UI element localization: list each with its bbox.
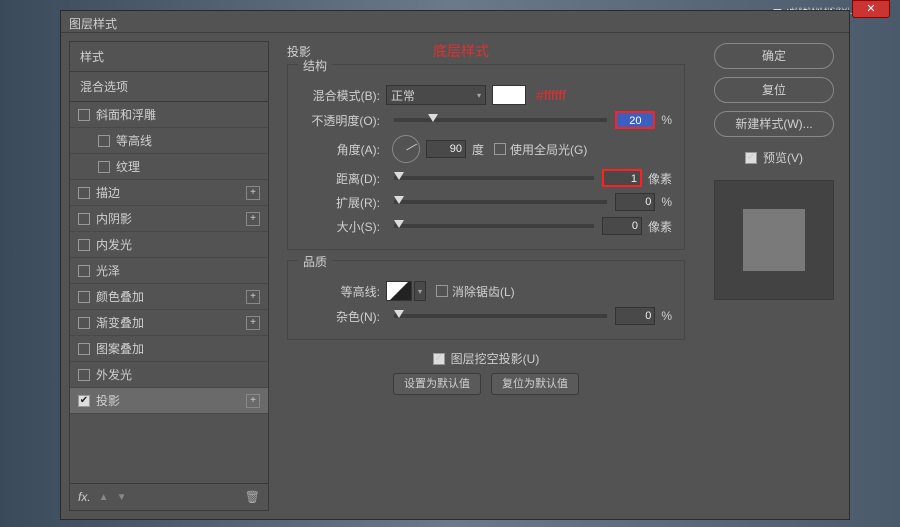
- down-icon[interactable]: ▼: [117, 492, 127, 503]
- list-footer: fx. ▲ ▼ 🗑: [70, 483, 268, 510]
- up-icon[interactable]: ▲: [99, 492, 109, 503]
- plus-icon[interactable]: +: [246, 212, 260, 226]
- blend-mode-label: 混合模式(B):: [300, 87, 386, 104]
- list-satin[interactable]: 光泽: [70, 258, 268, 284]
- checkbox-checked[interactable]: ✔: [78, 395, 90, 407]
- size-input[interactable]: 0: [602, 217, 642, 235]
- checkbox[interactable]: [78, 265, 90, 277]
- preview-box: [714, 180, 834, 300]
- size-slider[interactable]: [394, 224, 594, 228]
- spread-input[interactable]: 0: [615, 193, 655, 211]
- checkbox[interactable]: [78, 291, 90, 303]
- list-stroke[interactable]: 描边+: [70, 180, 268, 206]
- chevron-down-icon: ▾: [477, 91, 481, 100]
- unit-px: 像素: [648, 218, 672, 235]
- angle-input[interactable]: 90: [426, 140, 466, 158]
- dialog-title: 图层样式: [69, 17, 117, 31]
- preview-checkbox[interactable]: ✔: [745, 152, 757, 164]
- list-gradient-overlay[interactable]: 渐变叠加+: [70, 310, 268, 336]
- size-label: 大小(S):: [300, 218, 386, 235]
- structure-group: 结构 混合模式(B): 正常▾ #ffffff 不透明度(O): 20 % 角度…: [287, 64, 685, 250]
- list-drop-shadow[interactable]: ✔投影+: [70, 388, 268, 414]
- shadow-color-swatch[interactable]: [492, 85, 526, 105]
- list-outer-glow[interactable]: 外发光: [70, 362, 268, 388]
- contour-label: 等高线:: [300, 283, 386, 300]
- reset-default-button[interactable]: 复位为默认值: [491, 373, 579, 395]
- plus-icon[interactable]: +: [246, 186, 260, 200]
- list-inner-shadow[interactable]: 内阴影+: [70, 206, 268, 232]
- distance-label: 距离(D):: [300, 170, 386, 187]
- right-panel: 确定 复位 新建样式(W)... ✔ 预览(V): [699, 33, 849, 519]
- styles-list: 样式 混合选项 斜面和浮雕 等高线 纹理 描边+ 内阴影+ 内发光 光泽 颜色叠…: [69, 41, 269, 511]
- antialias-label: 消除锯齿(L): [452, 283, 515, 300]
- list-inner-glow[interactable]: 内发光: [70, 232, 268, 258]
- noise-label: 杂色(N):: [300, 308, 386, 325]
- preview-label: 预览(V): [763, 149, 803, 166]
- noise-slider[interactable]: [394, 314, 607, 318]
- trash-icon[interactable]: 🗑: [245, 490, 260, 504]
- plus-icon[interactable]: +: [246, 316, 260, 330]
- checkbox[interactable]: [78, 317, 90, 329]
- set-default-button[interactable]: 设置为默认值: [393, 373, 481, 395]
- spread-slider[interactable]: [394, 200, 607, 204]
- structure-legend: 结构: [298, 57, 332, 74]
- quality-legend: 品质: [298, 253, 332, 270]
- checkbox[interactable]: [78, 239, 90, 251]
- blend-mode-select[interactable]: 正常▾: [386, 85, 486, 105]
- preview-swatch: [743, 209, 805, 271]
- list-bevel[interactable]: 斜面和浮雕: [70, 102, 268, 128]
- list-color-overlay[interactable]: 颜色叠加+: [70, 284, 268, 310]
- distance-input[interactable]: 1: [602, 169, 642, 187]
- opacity-slider[interactable]: [394, 118, 607, 122]
- quality-group: 品质 等高线: ▾ 消除锯齿(L) 杂色(N): 0 %: [287, 260, 685, 340]
- antialias-checkbox[interactable]: [436, 285, 448, 297]
- styles-header[interactable]: 样式: [70, 42, 268, 72]
- contour-picker[interactable]: [386, 281, 412, 301]
- dialog-titlebar[interactable]: 图层样式: [61, 11, 849, 33]
- checkbox[interactable]: [78, 369, 90, 381]
- opacity-label: 不透明度(O):: [300, 112, 386, 129]
- color-annotation: #ffffff: [536, 87, 566, 103]
- red-annotation: 底层样式: [433, 41, 489, 61]
- checkbox[interactable]: [78, 343, 90, 355]
- plus-icon[interactable]: +: [246, 394, 260, 408]
- checkbox[interactable]: [98, 161, 110, 173]
- checkbox[interactable]: [78, 187, 90, 199]
- contour-dropdown[interactable]: ▾: [414, 281, 426, 301]
- unit-percent: %: [661, 113, 672, 127]
- list-texture[interactable]: 纹理: [70, 154, 268, 180]
- checkbox[interactable]: [78, 213, 90, 225]
- knockout-checkbox[interactable]: ✔: [433, 353, 445, 365]
- checkbox[interactable]: [78, 109, 90, 121]
- close-icon[interactable]: ✕: [852, 0, 890, 18]
- unit-percent: %: [661, 309, 672, 323]
- cancel-button[interactable]: 复位: [714, 77, 834, 103]
- list-pattern-overlay[interactable]: 图案叠加: [70, 336, 268, 362]
- unit-degree: 度: [472, 141, 484, 158]
- angle-dial[interactable]: [392, 135, 420, 163]
- drop-shadow-panel: 投影 底层样式 结构 混合模式(B): 正常▾ #ffffff 不透明度(O):…: [273, 33, 699, 519]
- unit-percent: %: [661, 195, 672, 209]
- fx-icon[interactable]: fx.: [78, 490, 91, 504]
- knockout-label: 图层挖空投影(U): [451, 350, 540, 367]
- global-light-checkbox[interactable]: [494, 143, 506, 155]
- plus-icon[interactable]: +: [246, 290, 260, 304]
- layer-style-dialog: 图层样式 样式 混合选项 斜面和浮雕 等高线 纹理 描边+ 内阴影+ 内发光 光…: [60, 10, 850, 520]
- new-style-button[interactable]: 新建样式(W)...: [714, 111, 834, 137]
- blend-options[interactable]: 混合选项: [70, 72, 268, 102]
- distance-slider[interactable]: [394, 176, 594, 180]
- noise-input[interactable]: 0: [615, 307, 655, 325]
- list-contour[interactable]: 等高线: [70, 128, 268, 154]
- angle-label: 角度(A):: [300, 141, 386, 158]
- global-light-label: 使用全局光(G): [510, 141, 587, 158]
- unit-px: 像素: [648, 170, 672, 187]
- spread-label: 扩展(R):: [300, 194, 386, 211]
- checkbox[interactable]: [98, 135, 110, 147]
- ok-button[interactable]: 确定: [714, 43, 834, 69]
- opacity-input[interactable]: 20: [615, 111, 655, 129]
